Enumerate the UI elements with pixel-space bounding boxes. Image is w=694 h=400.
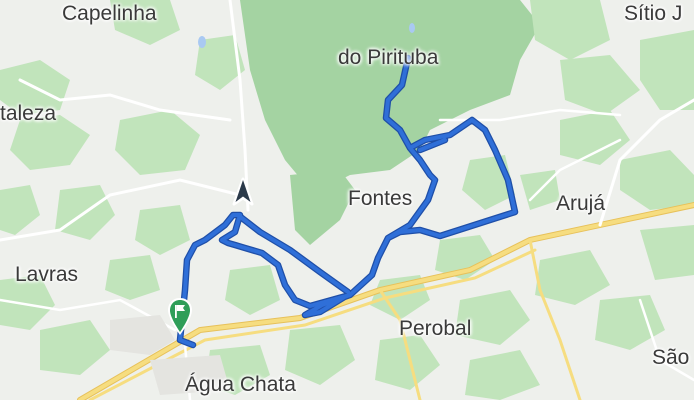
- place-label-fontes: Fontes: [348, 187, 413, 210]
- place-label-sao: São: [652, 346, 690, 369]
- start-location-arrow-icon[interactable]: [232, 177, 254, 212]
- place-label-agua-chata: Água Chata: [185, 373, 296, 396]
- place-label-lavras: Lavras: [15, 263, 79, 286]
- place-label-sitio: Sítio J: [624, 2, 683, 25]
- place-label-perobal: Perobal: [399, 317, 472, 340]
- place-label-aruja: Arujá: [556, 192, 606, 215]
- place-label-pirituba: do Pirituba: [338, 46, 439, 69]
- place-label-capelinha: Capelinha: [62, 2, 157, 25]
- finish-flag-pin-icon[interactable]: [166, 297, 194, 342]
- route-map[interactable]: Capelinha Sítio J do Pirituba taleza Fon…: [0, 0, 694, 400]
- forest-reserve-area-2: [290, 170, 355, 245]
- place-label-taleza: taleza: [0, 102, 57, 125]
